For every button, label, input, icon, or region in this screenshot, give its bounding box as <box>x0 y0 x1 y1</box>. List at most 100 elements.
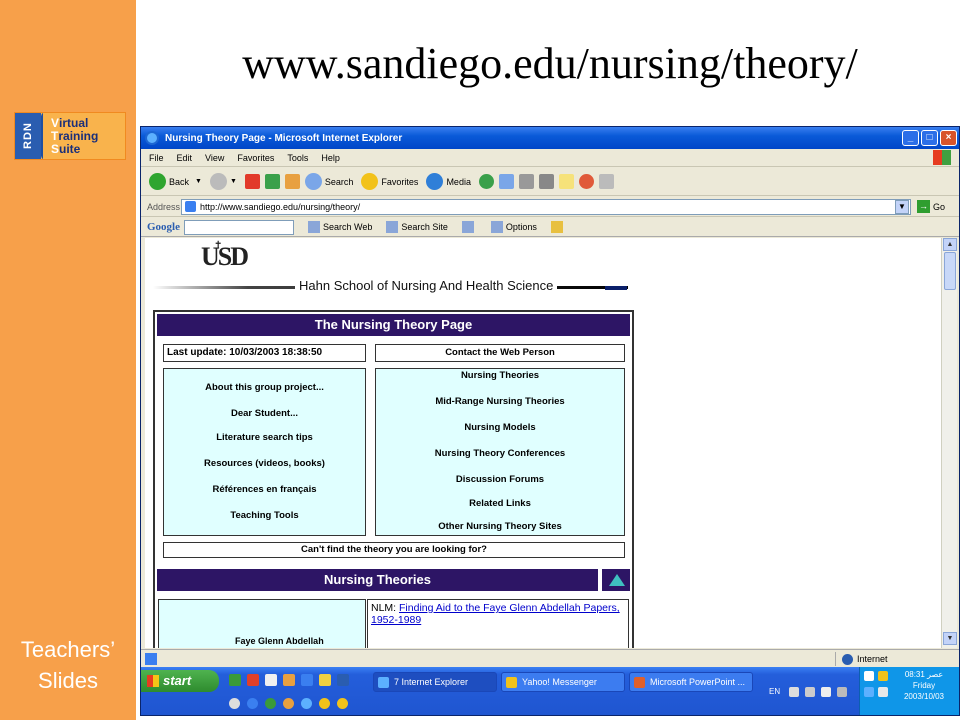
quicklaunch-word-icon[interactable] <box>337 674 349 686</box>
vertical-scrollbar[interactable]: ▲ ▼ <box>941 238 957 648</box>
tray-option-icon[interactable] <box>837 687 847 697</box>
go-button[interactable]: → Go <box>917 200 945 213</box>
contact-link[interactable]: Contact the Web Person <box>375 344 625 362</box>
forward-button[interactable]: ▼ <box>209 173 237 190</box>
home-icon[interactable] <box>284 174 300 189</box>
link-nursing-models[interactable]: Nursing Models <box>376 422 624 433</box>
start-button[interactable]: start <box>141 670 219 692</box>
link-resources[interactable]: Resources (videos, books) <box>164 458 365 469</box>
link-teaching-tools[interactable]: Teaching Tools <box>164 510 365 521</box>
cant-find-link[interactable]: Can't find the theory you are looking fo… <box>163 542 625 558</box>
tray-mail-icon[interactable] <box>864 671 874 681</box>
scroll-up-icon[interactable]: ▲ <box>943 238 957 251</box>
menu-bar: File Edit View Favorites Tools Help <box>141 149 959 167</box>
link-other-sites[interactable]: Other Nursing Theory Sites <box>376 521 624 532</box>
tray-pen-icon[interactable] <box>789 687 799 697</box>
quicklaunch-app-icon[interactable] <box>247 674 259 686</box>
tray-help-icon[interactable] <box>821 687 831 697</box>
quicklaunch-row2-icon-4[interactable] <box>283 698 294 709</box>
quicklaunch-row2-icon-3[interactable] <box>265 698 276 709</box>
theory-resource-cell: NLM: Finding Aid to the Faye Glenn Abdel… <box>367 599 629 648</box>
page-info-button[interactable] <box>461 221 477 233</box>
link-references-french[interactable]: Références en français <box>164 484 365 495</box>
page-info-icon <box>461 221 474 233</box>
tray-volume-icon[interactable] <box>878 687 888 697</box>
quicklaunch-ie-icon[interactable] <box>301 674 313 686</box>
link-conferences[interactable]: Nursing Theory Conferences <box>376 448 624 459</box>
cross-icon: ✝ <box>214 240 223 251</box>
main-title: The Nursing Theory Page <box>157 314 630 336</box>
notes-icon[interactable] <box>558 174 574 189</box>
link-dear-student[interactable]: Dear Student... <box>164 408 365 419</box>
virtual-training-suite-logo: RDN Virtual Training Suite <box>14 112 126 160</box>
quicklaunch-row2-icon-2[interactable] <box>247 698 258 709</box>
link-related-links[interactable]: Related Links <box>376 498 624 509</box>
tools-icon[interactable] <box>598 174 614 189</box>
quicklaunch-row2-icon-5[interactable] <box>301 698 312 709</box>
quicklaunch-doc-icon[interactable] <box>265 674 277 686</box>
tray-keyboard-icon[interactable] <box>805 687 815 697</box>
favorites-button[interactable]: Favorites <box>361 173 418 190</box>
search-site-button[interactable]: Search Site <box>386 221 448 233</box>
menu-favorites[interactable]: Favorites <box>237 153 274 163</box>
refresh-icon[interactable] <box>264 174 280 189</box>
scroll-thumb[interactable] <box>944 252 956 290</box>
tray-messenger-icon[interactable] <box>878 671 888 681</box>
clock[interactable]: 08:31 عصر Friday 2003/10/03 <box>888 669 959 702</box>
options-button[interactable]: Options <box>490 221 537 233</box>
menu-help[interactable]: Help <box>321 153 340 163</box>
google-search-input[interactable] <box>184 219 294 235</box>
menu-view[interactable]: View <box>205 153 224 163</box>
maximize-button[interactable]: □ <box>921 130 938 146</box>
rdn-logo-text: RDN <box>15 113 41 159</box>
messenger-icon[interactable] <box>578 174 594 189</box>
windows-flag-icon <box>933 150 951 165</box>
link-mid-range-theories[interactable]: Mid-Range Nursing Theories <box>376 396 624 407</box>
menu-tools[interactable]: Tools <box>287 153 308 163</box>
back-button[interactable]: Back ▼ <box>149 173 202 190</box>
address-input[interactable]: http://www.sandiego.edu/nursing/theory/ <box>181 198 911 215</box>
quicklaunch-row2-icon-7[interactable] <box>337 698 348 709</box>
print-icon[interactable] <box>518 174 534 189</box>
quicklaunch-folder-icon[interactable] <box>283 674 295 686</box>
language-indicator[interactable]: EN <box>769 687 780 696</box>
last-update: Last update: 10/03/2003 18:38:50 <box>163 344 366 362</box>
window-title: Nursing Theory Page - Microsoft Internet… <box>165 132 403 144</box>
slide: RDN Virtual Training Suite Teachers’ Sli… <box>0 0 960 720</box>
search-web-button[interactable]: Search Web <box>308 221 372 233</box>
address-dropdown-icon[interactable]: ▼ <box>895 199 909 214</box>
task-yahoo-messenger[interactable]: Yahoo! Messenger <box>501 672 625 692</box>
task-powerpoint[interactable]: Microsoft PowerPoint ... <box>629 672 753 692</box>
finding-aid-link[interactable]: Finding Aid to the Faye Glenn Abdellah P… <box>371 602 620 626</box>
task-internet-explorer[interactable]: 7 Internet Explorer <box>373 672 497 692</box>
tray-network-icon[interactable] <box>864 687 874 697</box>
history-icon[interactable] <box>478 174 494 189</box>
media-button[interactable]: Media <box>426 173 471 190</box>
quicklaunch-row2-icon-1[interactable] <box>229 698 240 709</box>
mail-icon[interactable] <box>498 174 514 189</box>
minimize-button[interactable]: _ <box>902 130 919 146</box>
scroll-down-icon[interactable]: ▼ <box>943 632 957 645</box>
quicklaunch-row2-icon-6[interactable] <box>319 698 330 709</box>
google-toolbar: Google Search Web Search Site Options <box>141 218 959 237</box>
header-rule-tail <box>605 286 627 290</box>
menu-edit[interactable]: Edit <box>177 153 193 163</box>
theory-name-cell: Faye Glenn Abdellah <box>158 599 366 648</box>
folder-button[interactable] <box>550 221 566 233</box>
quicklaunch-desktop-icon[interactable] <box>229 674 241 686</box>
link-about-project[interactable]: About this group project... <box>164 382 365 393</box>
google-logo[interactable]: Google <box>141 221 180 233</box>
quicklaunch-tool-icon[interactable] <box>319 674 331 686</box>
close-button[interactable]: × <box>940 130 957 146</box>
link-literature-tips[interactable]: Literature search tips <box>164 432 365 443</box>
link-nursing-theories[interactable]: Nursing Theories <box>376 370 624 381</box>
stop-icon[interactable] <box>244 174 260 189</box>
nursing-theory-table: The Nursing Theory Page Last update: 10/… <box>153 310 634 648</box>
window-titlebar: Nursing Theory Page - Microsoft Internet… <box>141 127 959 149</box>
search-button[interactable]: Search <box>304 173 353 190</box>
address-label: Address <box>147 201 181 212</box>
back-to-top-button[interactable] <box>601 569 630 591</box>
edit-icon[interactable] <box>538 174 554 189</box>
menu-file[interactable]: File <box>149 153 164 163</box>
link-discussion-forums[interactable]: Discussion Forums <box>376 474 624 485</box>
